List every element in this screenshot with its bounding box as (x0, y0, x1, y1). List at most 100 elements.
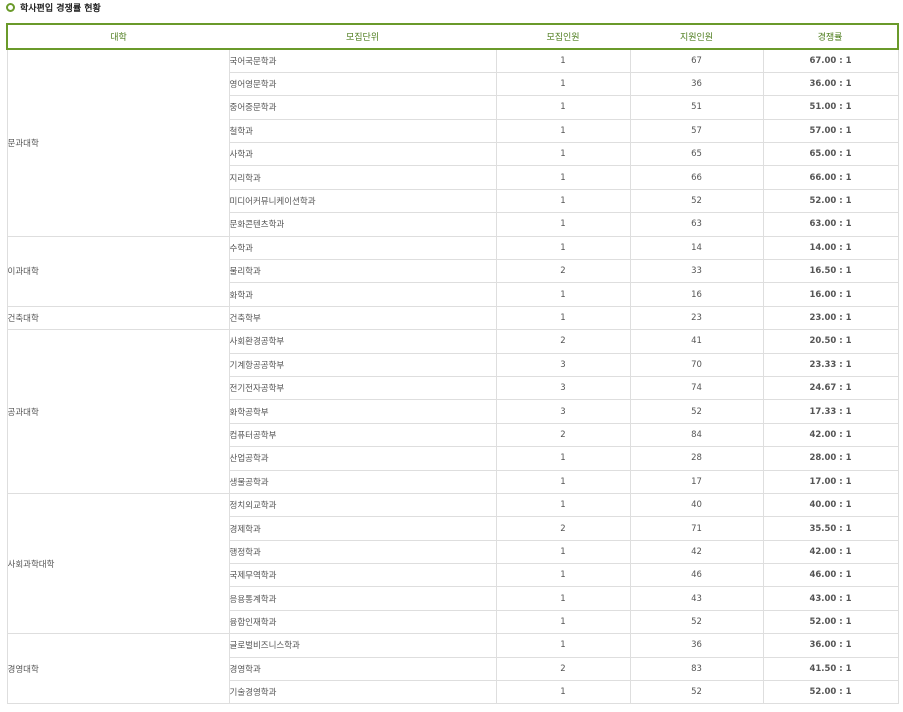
unit-cell: 중어중문학과 (228, 95, 497, 120)
unit-cell: 정치외교학과 (228, 492, 497, 518)
college-cell: 문과대학 (6, 49, 230, 237)
ratio-cell: 41.50 : 1 (762, 656, 899, 682)
applicants-cell: 70 (629, 352, 764, 377)
ratio-cell: 17.00 : 1 (762, 469, 899, 494)
unit-cell: 국제무역학과 (228, 563, 497, 588)
circle-bullet-icon (6, 2, 15, 12)
quota-cell: 3 (495, 375, 631, 401)
ratio-cell: 65.00 : 1 (762, 142, 899, 167)
unit-cell: 전기전자공학부 (228, 375, 497, 401)
unit-cell: 화학공학부 (228, 399, 497, 424)
applicants-cell: 66 (629, 165, 764, 190)
table-row: 문과대학 국어국문학과 1 67 67.00 : 1 (6, 49, 899, 237)
applicants-cell: 52 (629, 680, 764, 705)
college-cell: 이과대학 (6, 235, 230, 307)
unit-cell: 기계항공공학부 (228, 352, 497, 377)
quota-cell: 1 (495, 165, 631, 190)
quota-cell: 1 (495, 586, 631, 611)
unit-cell: 문화콘텐츠학과 (228, 212, 497, 237)
unit-cell: 글로벌비즈니스학과 (228, 633, 497, 658)
unit-cell: 미디어커뮤니케이션학과 (228, 188, 497, 214)
table-header-row: 대학 모집단위 모집인원 지원인원 경쟁률 (6, 23, 899, 50)
ratio-cell: 42.00 : 1 (762, 422, 899, 448)
unit-cell: 경영학과 (228, 656, 497, 682)
unit-cell: 사학과 (228, 142, 497, 167)
applicants-cell: 28 (629, 446, 764, 471)
quota-cell: 1 (495, 539, 631, 565)
ratio-cell: 42.00 : 1 (762, 539, 899, 565)
quota-cell: 1 (495, 446, 631, 471)
quota-cell: 1 (495, 609, 631, 635)
applicants-cell: 52 (629, 188, 764, 214)
quota-cell: 2 (495, 516, 631, 541)
unit-cell: 컴퓨터공학부 (228, 422, 497, 448)
ratio-cell: 17.33 : 1 (762, 399, 899, 424)
quota-cell: 2 (495, 259, 631, 284)
applicants-cell: 63 (629, 212, 764, 237)
ratio-cell: 43.00 : 1 (762, 586, 899, 611)
college-cell: 공과대학 (6, 329, 230, 494)
unit-cell: 철학과 (228, 118, 497, 144)
applicants-cell: 16 (629, 282, 764, 307)
quota-cell: 1 (495, 212, 631, 237)
quota-cell: 1 (495, 492, 631, 518)
unit-cell: 융합인재학과 (228, 609, 497, 635)
section-title: 학사편입 경쟁률 현황 (20, 3, 101, 14)
applicants-cell: 52 (629, 609, 764, 635)
header-quota: 모집인원 (496, 23, 630, 50)
ratio-cell: 35.50 : 1 (762, 516, 899, 541)
unit-cell: 국어국문학과 (228, 49, 497, 73)
header-applicants: 지원인원 (630, 23, 763, 50)
quota-cell: 1 (495, 235, 631, 261)
ratio-cell: 28.00 : 1 (762, 446, 899, 471)
ratio-cell: 20.50 : 1 (762, 329, 899, 354)
unit-cell: 건축학부 (228, 305, 497, 331)
applicants-cell: 23 (629, 305, 764, 331)
ratio-cell: 63.00 : 1 (762, 212, 899, 237)
table-row: 공과대학 사회환경공학부 2 41 20.50 : 1 (6, 329, 899, 494)
applicants-cell: 71 (629, 516, 764, 541)
unit-cell: 사회환경공학부 (228, 329, 497, 354)
ratio-cell: 24.67 : 1 (762, 375, 899, 401)
ratio-cell: 23.00 : 1 (762, 305, 899, 331)
applicants-cell: 33 (629, 259, 764, 284)
quota-cell: 1 (495, 305, 631, 331)
table-row: 사회과학대학 정치외교학과 1 40 40.00 : 1 (6, 492, 899, 635)
table-row: 경영대학 글로벌비즈니스학과 1 36 36.00 : 1 (6, 633, 899, 705)
header-unit: 모집단위 (229, 23, 496, 50)
ratio-cell: 57.00 : 1 (762, 118, 899, 144)
ratio-cell: 52.00 : 1 (762, 188, 899, 214)
quota-cell: 1 (495, 95, 631, 120)
unit-cell: 물리학과 (228, 259, 497, 284)
college-cell: 사회과학대학 (6, 492, 230, 635)
applicants-cell: 84 (629, 422, 764, 448)
quota-cell: 1 (495, 680, 631, 705)
applicants-cell: 36 (629, 633, 764, 658)
applicants-cell: 57 (629, 118, 764, 144)
college-cell: 경영대학 (6, 633, 230, 705)
applicants-cell: 40 (629, 492, 764, 518)
applicants-cell: 74 (629, 375, 764, 401)
quota-cell: 3 (495, 399, 631, 424)
applicants-cell: 36 (629, 71, 764, 97)
applicants-cell: 43 (629, 586, 764, 611)
unit-cell: 지리학과 (228, 165, 497, 190)
unit-cell: 기술경영학과 (228, 680, 497, 705)
quota-cell: 1 (495, 188, 631, 214)
ratio-cell: 46.00 : 1 (762, 563, 899, 588)
quota-cell: 2 (495, 656, 631, 682)
applicants-cell: 17 (629, 469, 764, 494)
ratio-cell: 51.00 : 1 (762, 95, 899, 120)
competition-rate-table: 대학 모집단위 모집인원 지원인원 경쟁률 문과대학 국어국문학과 1 67 67.00… (6, 23, 899, 705)
unit-cell: 경제학과 (228, 516, 497, 541)
section-title-bar: 학사편입 경쟁률 현황 (6, 0, 101, 14)
quota-cell: 2 (495, 422, 631, 448)
unit-cell: 생물공학과 (228, 469, 497, 494)
applicants-cell: 46 (629, 563, 764, 588)
applicants-cell: 51 (629, 95, 764, 120)
applicants-cell: 52 (629, 399, 764, 424)
applicants-cell: 41 (629, 329, 764, 354)
ratio-cell: 52.00 : 1 (762, 609, 899, 635)
ratio-cell: 16.50 : 1 (762, 259, 899, 284)
ratio-cell: 14.00 : 1 (762, 235, 899, 261)
